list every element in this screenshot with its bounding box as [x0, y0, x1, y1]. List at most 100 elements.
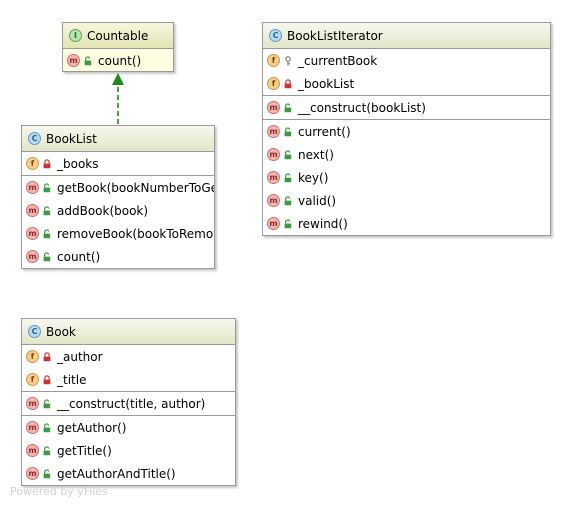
lock-public-icon — [39, 182, 52, 193]
booklistiterator-node[interactable]: C BookListIterator f _currentBook f _bookLi… — [262, 22, 551, 236]
method-icon: m — [26, 467, 39, 480]
field-label: _books — [57, 156, 99, 171]
method-icon: m — [26, 204, 39, 217]
field-icon: f — [267, 54, 280, 67]
method-icon: m — [267, 217, 280, 230]
method-icon: m — [26, 250, 39, 263]
field-label: _author — [57, 349, 103, 364]
methods-section: m getBook(bookNumberToGet) m addBook(book) m… — [22, 176, 214, 268]
lock-public-icon — [280, 218, 293, 229]
lock-public-icon — [39, 205, 52, 216]
fields-section: f _currentBook f _bookList — [263, 49, 550, 96]
method-icon: m — [26, 227, 39, 240]
method-label: addBook(book) — [57, 203, 149, 218]
lock-public-icon — [280, 126, 293, 137]
method-label: getAuthor() — [57, 420, 127, 435]
methods-section: m current() m next() m key() m valid() m rewind() — [263, 120, 550, 235]
node-title: Countable — [87, 28, 149, 43]
lock-public-icon — [280, 195, 293, 206]
fields-section: f _books — [22, 152, 214, 176]
node-title: Book — [46, 324, 76, 339]
method-row[interactable]: m next() — [263, 143, 550, 166]
method-icon: m — [267, 125, 280, 138]
method-row[interactable]: m rewind() — [263, 212, 550, 235]
method-icon: m — [267, 171, 280, 184]
book-node[interactable]: C Book f _author f _title m __construct(titl… — [21, 318, 236, 486]
method-label: valid() — [298, 193, 337, 208]
field-row[interactable]: f _title — [22, 368, 235, 391]
interface-icon: I — [69, 29, 82, 42]
field-row[interactable]: f _author — [22, 345, 235, 368]
method-row[interactable]: m addBook(book) — [22, 199, 214, 222]
method-row[interactable]: m __construct(title, author) — [22, 392, 235, 415]
method-row[interactable]: m __construct(bookList) — [263, 96, 550, 119]
countable-header[interactable]: I Countable — [63, 23, 173, 49]
method-row[interactable]: m removeBook(bookToRemove) — [22, 222, 214, 245]
lock-public-icon — [39, 398, 52, 409]
method-icon: m — [26, 181, 39, 194]
method-row[interactable]: m getTitle() — [22, 439, 235, 462]
method-icon: m — [67, 54, 80, 67]
method-icon: m — [26, 397, 39, 410]
method-label: getBook(bookNumberToGet) — [57, 180, 215, 195]
lock-private-icon — [39, 158, 52, 169]
field-icon: f — [26, 157, 39, 170]
method-row[interactable]: m count() — [22, 245, 214, 268]
lock-public-icon — [280, 102, 293, 113]
booklist-header[interactable]: C BookList — [22, 126, 214, 152]
field-label: _title — [57, 372, 87, 387]
node-title: BookListIterator — [287, 28, 383, 43]
constructors-section: m __construct(bookList) — [263, 96, 550, 120]
method-label: __construct(title, author) — [57, 396, 206, 411]
lock-public-icon — [39, 228, 52, 239]
method-label: removeBook(bookToRemove) — [57, 226, 215, 241]
book-header[interactable]: C Book — [22, 319, 235, 345]
method-label: count() — [57, 249, 101, 264]
methods-section: m count() — [63, 49, 173, 71]
method-icon: m — [26, 444, 39, 457]
method-label: current() — [298, 124, 351, 139]
field-row[interactable]: f _currentBook — [263, 49, 550, 72]
method-label: rewind() — [298, 216, 348, 231]
method-row[interactable]: m getAuthor() — [22, 416, 235, 439]
method-label: __construct(bookList) — [298, 100, 426, 115]
key-protected-icon — [280, 55, 293, 66]
lock-public-icon — [280, 172, 293, 183]
lock-private-icon — [39, 374, 52, 385]
countable-node[interactable]: I Countable m count() — [62, 22, 174, 72]
booklist-node[interactable]: C BookList f _books m getBook(bookNumberTo… — [21, 125, 215, 269]
method-row[interactable]: m valid() — [263, 189, 550, 212]
method-icon: m — [26, 421, 39, 434]
fields-section: f _author f _title — [22, 345, 235, 392]
method-row[interactable]: m getBook(bookNumberToGet) — [22, 176, 214, 199]
node-title: BookList — [46, 131, 97, 146]
method-row[interactable]: m key() — [263, 166, 550, 189]
watermark: Powered by yFiles — [10, 485, 108, 498]
method-label: count() — [98, 53, 142, 68]
field-label: _currentBook — [298, 53, 378, 68]
lock-public-icon — [39, 468, 52, 479]
field-icon: f — [26, 350, 39, 363]
lock-public-icon — [39, 445, 52, 456]
method-row[interactable]: m current() — [263, 120, 550, 143]
lock-private-icon — [280, 78, 293, 89]
field-row[interactable]: f _books — [22, 152, 214, 175]
field-row[interactable]: f _bookList — [263, 72, 550, 95]
method-label: getTitle() — [57, 443, 112, 458]
lock-public-icon — [39, 422, 52, 433]
method-icon: m — [267, 148, 280, 161]
method-label: next() — [298, 147, 334, 162]
method-label: key() — [298, 170, 329, 185]
field-icon: f — [267, 77, 280, 90]
field-label: _bookList — [298, 76, 355, 91]
method-row[interactable]: m count() — [63, 49, 173, 71]
booklistiterator-header[interactable]: C BookListIterator — [263, 23, 550, 49]
method-icon: m — [267, 101, 280, 114]
constructors-section: m __construct(title, author) — [22, 392, 235, 416]
field-icon: f — [26, 373, 39, 386]
method-icon: m — [267, 194, 280, 207]
method-label: getAuthorAndTitle() — [57, 466, 176, 481]
lock-public-icon — [280, 149, 293, 160]
method-row[interactable]: m getAuthorAndTitle() — [22, 462, 235, 485]
lock-public-icon — [80, 55, 93, 66]
